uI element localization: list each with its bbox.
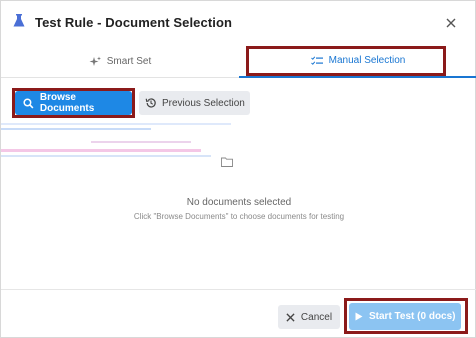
start-test-button[interactable]: Start Test (0 docs) [349,303,461,330]
footer-divider [1,289,476,290]
test-rule-dialog: Test Rule - Document Selection Smart Set… [0,0,476,338]
cancel-label: Cancel [300,311,333,323]
render-artifacts [1,119,241,167]
previous-selection-button[interactable]: Previous Selection [139,91,250,115]
folder-icon [221,157,233,167]
browse-documents-label: Browse Documents [39,92,95,114]
tab-smart-set[interactable]: Smart Set [1,45,239,78]
selection-tabs: Smart Set Manual Selection [1,45,476,78]
tab-smart-set-label: Smart Set [106,56,152,67]
checklist-icon [310,55,323,65]
close-icon [286,312,295,322]
flask-icon [13,14,25,27]
empty-state-title: No documents selected [186,197,292,208]
browse-documents-button[interactable]: Browse Documents [15,91,132,115]
start-test-label: Start Test (0 docs) [369,311,456,322]
search-icon [23,98,34,109]
cancel-button[interactable]: Cancel [278,305,340,329]
dialog-header: Test Rule - Document Selection [1,1,476,45]
tab-manual-selection-label: Manual Selection [328,55,406,66]
empty-state-hint: Click "Browse Documents" to choose docum… [133,212,345,221]
history-icon [145,98,156,108]
previous-selection-label: Previous Selection [162,97,245,109]
play-icon [355,312,363,321]
dialog-title: Test Rule - Document Selection [35,15,233,30]
tab-manual-selection[interactable]: Manual Selection [239,45,476,78]
sparkle-icon [89,56,101,66]
close-button[interactable] [442,14,460,32]
close-icon [446,18,456,28]
